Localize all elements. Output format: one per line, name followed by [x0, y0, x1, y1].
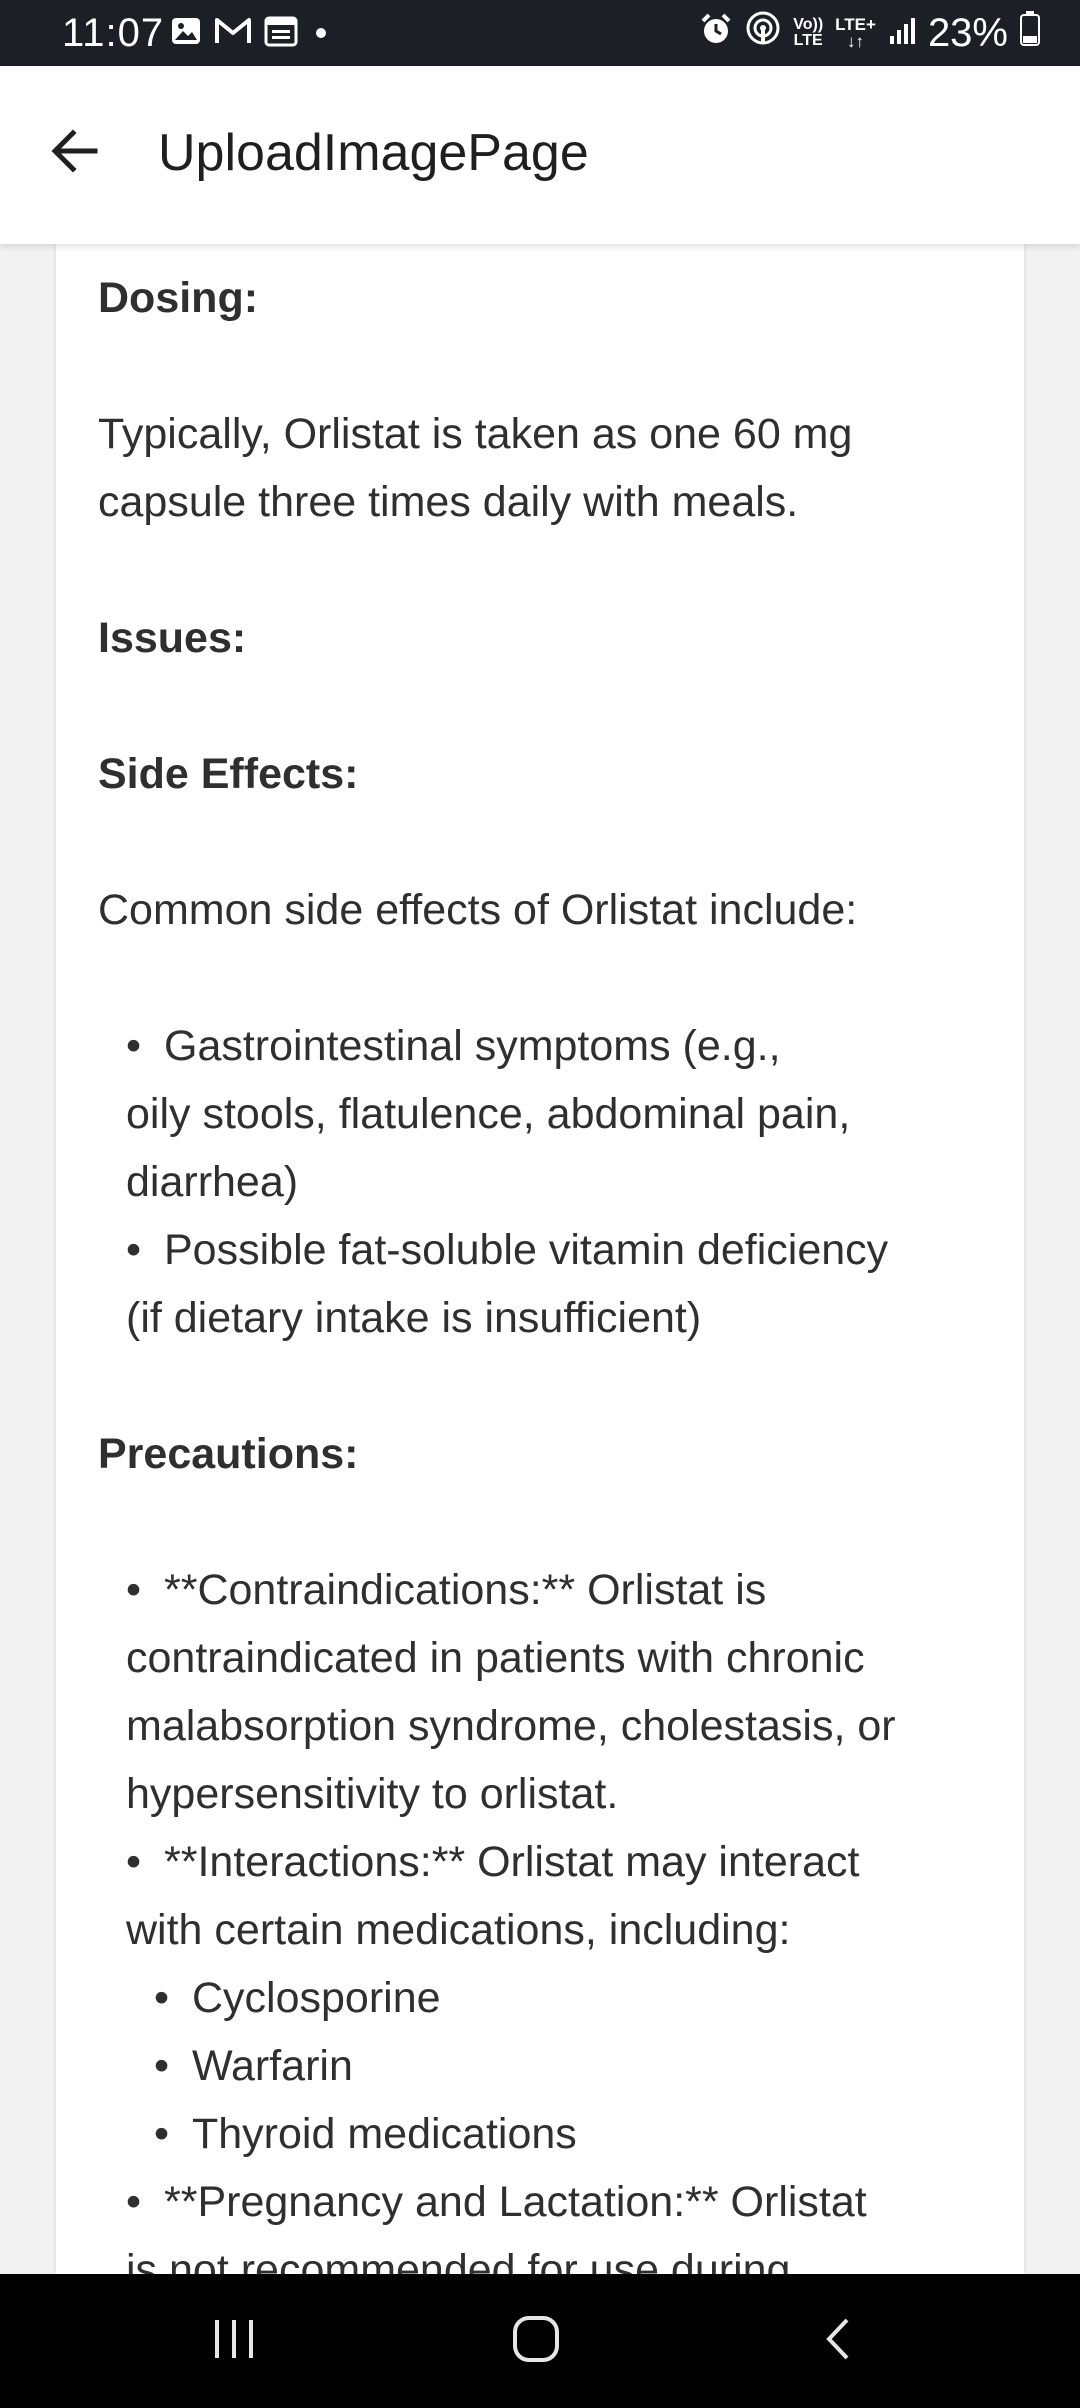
interaction-drug: Warfarin [192, 2042, 353, 2090]
back-button[interactable] [38, 116, 112, 190]
side-effect-line: Possible fat-soluble vitamin deficiency [164, 1226, 889, 1274]
interaction-drug: Cyclosporine [192, 1974, 441, 2022]
dot-icon [310, 12, 332, 57]
dosing-heading: Dosing: [98, 274, 259, 322]
precaution-line: hypersensitivity to orlistat. [126, 1770, 619, 1818]
recent-apps-button[interactable] [194, 2304, 274, 2378]
interaction-drug: Thyroid medications [192, 2110, 577, 2158]
precaution-line: **Interactions:** Orlistat may interact [164, 1838, 860, 1886]
side-effect-line: (if dietary intake is insufficient) [126, 1294, 702, 1342]
interaction-sub-item: • Cyclosporine [98, 1964, 998, 2032]
navigation-bar [0, 2274, 1080, 2408]
battery-percent: 23% [927, 11, 1008, 55]
interaction-sub-item: • Warfarin [98, 2032, 998, 2100]
gmail-icon [214, 12, 252, 57]
calendar-icon [264, 12, 298, 57]
home-button[interactable] [496, 2304, 576, 2378]
bullet-dot: • [154, 2042, 170, 2090]
signal-icon [888, 11, 916, 56]
page-title: UploadImagePage [158, 124, 589, 182]
content-card[interactable]: Dosing: Typically, Orlistat is taken as … [56, 244, 1024, 2274]
precaution-item: • **Contraindications:** Orlistat is cont… [98, 1556, 998, 1828]
alarm-icon [699, 11, 733, 56]
bullet-dot: • [126, 1566, 142, 1614]
lte-icon: LTE+ ↓↑ [835, 16, 876, 50]
issues-heading: Issues: [98, 614, 247, 662]
bullet-dot: • [154, 2110, 170, 2158]
bullet-dot: • [154, 1974, 170, 2022]
gallery-icon [170, 12, 202, 57]
lte-label: LTE+ [835, 15, 876, 34]
status-right-icons: Vo)) LTE LTE+ ↓↑ 23% [699, 8, 1040, 58]
precautions-heading: Precautions: [98, 1430, 359, 1478]
bullet-dot: • [126, 1022, 142, 1070]
precaution-line: is not recommended for use during [126, 2246, 791, 2274]
status-left-icons [170, 16, 332, 52]
precaution-line: **Contraindications:** Orlistat is [164, 1566, 767, 1614]
side-effect-item: • Possible fat-soluble vitamin deficiency… [98, 1216, 998, 1352]
status-time: 11:07 [62, 11, 165, 55]
bullet-dot: • [126, 1226, 142, 1274]
arrow-left-icon [47, 123, 103, 184]
system-back-button[interactable] [800, 2304, 880, 2378]
precaution-line: contraindicated in patients with chronic [126, 1634, 865, 1682]
bullet-dot: • [126, 2178, 142, 2226]
side-effect-line: Gastrointestinal symptoms (e.g., [164, 1022, 781, 1070]
precaution-item: • **Interactions:** Orlistat may interact… [98, 1828, 998, 1964]
side-effects-heading: Side Effects: [98, 750, 359, 798]
volte-label-bottom: LTE [793, 32, 823, 49]
data-arrows-icon: ↓↑ [847, 32, 865, 51]
recent-apps-icon [209, 2314, 259, 2369]
battery-icon [1020, 10, 1040, 56]
hotspot-icon [745, 10, 781, 56]
side-effects-intro: Common side effects of Orlistat include: [98, 886, 858, 934]
precaution-line: malabsorption syndrome, cholestasis, or [126, 1702, 896, 1750]
side-effect-item: • Gastrointestinal symptoms (e.g., oily s… [98, 1012, 998, 1216]
precaution-line: **Pregnancy and Lactation:** Orlistat [164, 2178, 867, 2226]
volte-icon: Vo)) LTE [793, 17, 823, 49]
back-icon [815, 2314, 865, 2369]
bullet-dot: • [126, 1838, 142, 1886]
precaution-item: • **Pregnancy and Lactation:** Orlistat i… [98, 2168, 998, 2274]
app-bar: UploadImagePage [0, 66, 1080, 244]
precaution-line: with certain medications, including: [126, 1906, 791, 1954]
home-icon [510, 2313, 562, 2370]
status-bar: 11:07 Vo)) LTE LTE+ ↓↑ 23% [0, 0, 1080, 66]
dosing-text-line-2: capsule three times daily with meals. [98, 478, 799, 526]
side-effect-line: diarrhea) [126, 1158, 299, 1206]
result-text: Dosing: Typically, Orlistat is taken as … [98, 264, 998, 2274]
interaction-sub-item: • Thyroid medications [98, 2100, 998, 2168]
side-effect-line: oily stools, flatulence, abdominal pain, [126, 1090, 851, 1138]
volte-label-top: Vo)) [793, 16, 824, 33]
dosing-text-line-1: Typically, Orlistat is taken as one 60 m… [98, 410, 853, 458]
